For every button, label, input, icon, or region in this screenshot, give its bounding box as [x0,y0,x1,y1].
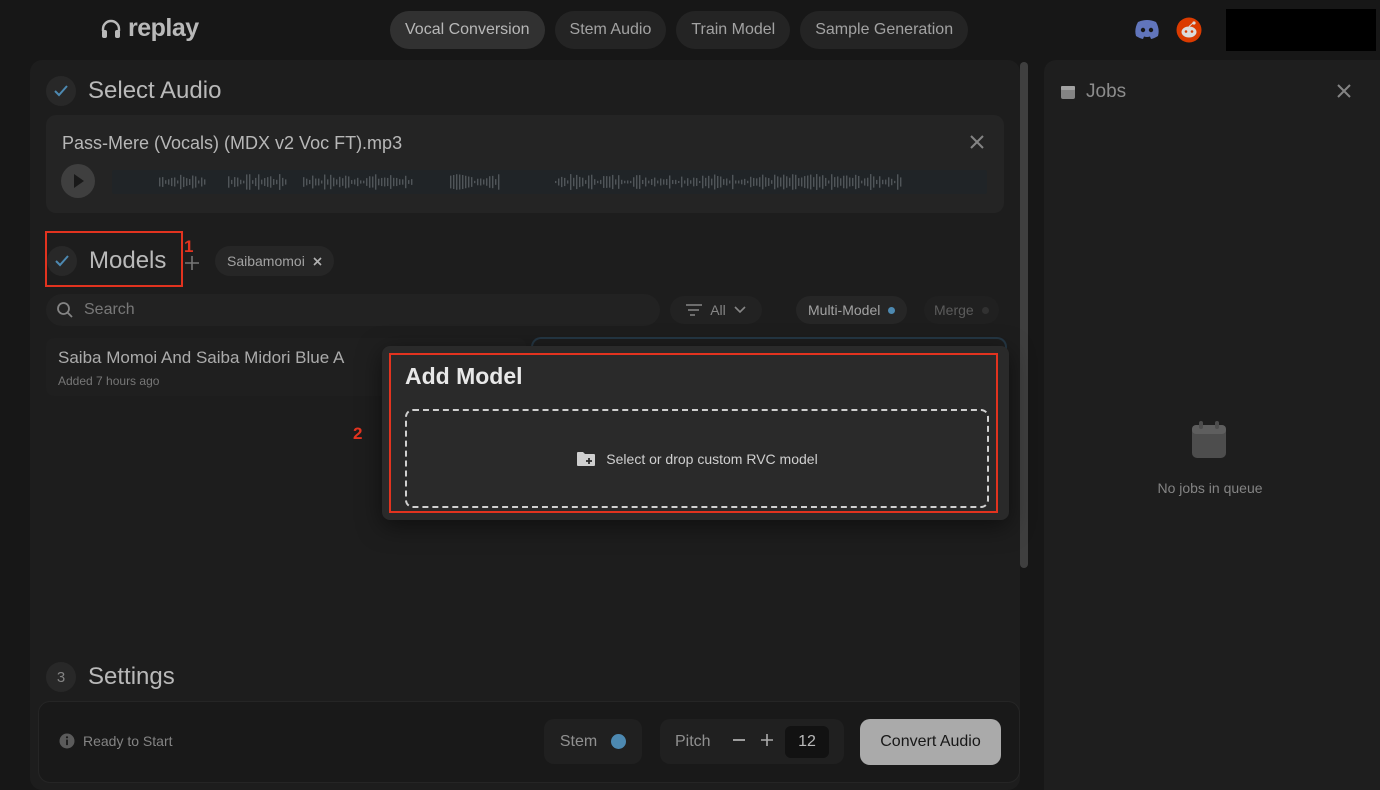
pitch-value-input[interactable]: 12 [785,725,829,758]
settings-title: Settings [88,663,175,690]
app-logo: replay [100,14,199,43]
jobs-title: Jobs [1086,81,1127,102]
chevron-down-icon [734,306,746,314]
settings-header: 3 Settings [46,662,175,692]
select-audio-header: Select Audio [46,76,221,106]
close-icon[interactable] [968,133,986,156]
annotation-box [389,353,998,513]
headphones-icon [101,19,121,38]
tab-sample-generation[interactable]: Sample Generation [800,11,969,49]
convert-audio-button[interactable]: Convert Audio [860,719,1001,765]
stem-toggle[interactable]: Stem [544,719,642,764]
filter-icon [686,304,703,316]
toggle-indicator [611,734,627,749]
calendar-icon [1191,421,1227,464]
remove-icon[interactable] [313,256,322,266]
filter-dropdown[interactable]: All [670,296,762,324]
search-icon [57,302,73,318]
toggle-indicator [888,306,896,314]
play-icon [74,174,84,188]
selected-model-chip[interactable]: Saibamomoi [215,246,334,276]
chip-label: Saibamomoi [227,253,305,269]
merge-label: Merge [934,302,974,318]
multi-model-toggle[interactable]: Multi-Model [796,296,908,324]
multi-model-label: Multi-Model [808,302,881,318]
annotation-number: 1 [184,237,194,256]
jobs-header: Jobs [1060,81,1126,103]
plus-icon [761,734,773,746]
check-icon [46,76,76,106]
pitch-decrement-button[interactable] [725,730,753,753]
model-search[interactable]: Search [46,294,660,326]
pitch-increment-button[interactable] [753,730,781,753]
merge-toggle[interactable]: Merge [924,296,999,324]
tab-stem-audio[interactable]: Stem Audio [554,11,667,49]
annotation-number: 2 [353,424,363,443]
redacted-box [1226,9,1376,51]
step-number: 3 [46,662,76,692]
plus-icon [185,256,199,270]
tab-vocal-conversion[interactable]: Vocal Conversion [390,11,545,49]
status-indicator: Ready to Start [59,733,173,749]
model-added-time: Added 7 hours ago [58,374,160,388]
search-input[interactable]: Search [84,301,135,319]
toggle-indicator [981,306,989,314]
select-audio-title: Select Audio [88,77,222,104]
main-nav: Vocal Conversion Stem Audio Train Model … [390,11,969,49]
annotation-box [45,231,183,287]
calendar-icon [1061,86,1075,99]
main-scrollbar[interactable] [1020,62,1028,568]
minus-icon [733,739,745,741]
info-icon [59,733,75,749]
audio-waveform[interactable] [112,170,987,194]
tab-train-model[interactable]: Train Model [676,11,791,49]
jobs-empty-text: No jobs in queue [1157,480,1263,496]
pitch-control: Pitch 12 [660,719,844,764]
audio-card [46,115,1004,213]
audio-file-name: Pass-Mere (Vocals) (MDX v2 Voc FT).mp3 [62,133,403,153]
play-button[interactable] [61,164,95,198]
close-icon[interactable] [1336,83,1352,104]
filter-label: All [710,302,726,318]
model-title: Saiba Momoi And Saiba Midori Blue A [58,348,345,367]
stem-label: Stem [559,732,598,750]
app-name: replay [128,14,199,42]
pitch-label: Pitch [675,732,711,750]
reddit-icon[interactable] [1176,17,1202,48]
discord-icon[interactable] [1134,19,1160,44]
status-text: Ready to Start [83,733,173,749]
